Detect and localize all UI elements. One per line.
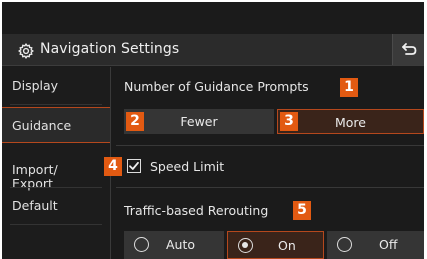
rerouting-on-option[interactable]: On [227, 231, 324, 259]
option-label: Fewer [180, 114, 218, 129]
checkmark-icon [129, 161, 139, 170]
sidebar-divider [10, 224, 102, 225]
sidebar-divider [10, 104, 102, 105]
rerouting-auto-option[interactable]: Auto [124, 231, 224, 259]
row-divider [116, 187, 424, 188]
sidebar-item-import-export[interactable]: Import/ Export [2, 149, 110, 191]
sidebar-divider [10, 187, 102, 188]
callout-badge-3: 3 [280, 112, 298, 131]
option-label: On [278, 238, 296, 253]
fewer-button[interactable]: Fewer [124, 109, 274, 134]
radio-selected-icon [238, 238, 253, 253]
nav-settings-screen: Navigation Settings Display Guidance Imp… [2, 2, 424, 259]
page-title: Navigation Settings [40, 41, 180, 57]
traffic-rerouting-label: Traffic-based Rerouting [124, 203, 269, 218]
option-label: Off [379, 237, 398, 252]
sidebar-item-label: Display [12, 78, 59, 93]
radio-unselected-icon [337, 237, 352, 252]
sidebar-item-display[interactable]: Display [2, 78, 110, 100]
callout-badge-2: 2 [126, 112, 144, 131]
callout-badge-5: 5 [293, 201, 311, 220]
guidance-settings-panel: Number of Guidance Prompts 1 Fewer 2 Mor… [104, 67, 424, 259]
speed-limit-label[interactable]: Speed Limit [150, 159, 224, 174]
rerouting-off-option[interactable]: Off [327, 231, 424, 259]
callout-badge-1: 1 [340, 78, 358, 97]
option-label: More [335, 115, 366, 130]
sidebar: Display Guidance Import/ Export Default [2, 67, 111, 259]
callout-badge-4: 4 [104, 157, 122, 176]
sidebar-item-label: Guidance [12, 118, 72, 133]
guidance-prompts-label: Number of Guidance Prompts [124, 79, 309, 94]
gear-icon [18, 43, 34, 59]
sidebar-item-label: Default [12, 198, 58, 213]
option-label: Auto [166, 237, 196, 252]
header-bar: Navigation Settings [2, 34, 424, 66]
back-button[interactable] [392, 34, 424, 65]
sidebar-item-default[interactable]: Default [2, 198, 110, 220]
radio-unselected-icon [134, 237, 149, 252]
sidebar-item-guidance[interactable]: Guidance [2, 107, 110, 143]
speed-limit-checkbox[interactable] [127, 159, 141, 173]
row-divider [116, 145, 424, 146]
more-button[interactable]: More [277, 109, 424, 134]
